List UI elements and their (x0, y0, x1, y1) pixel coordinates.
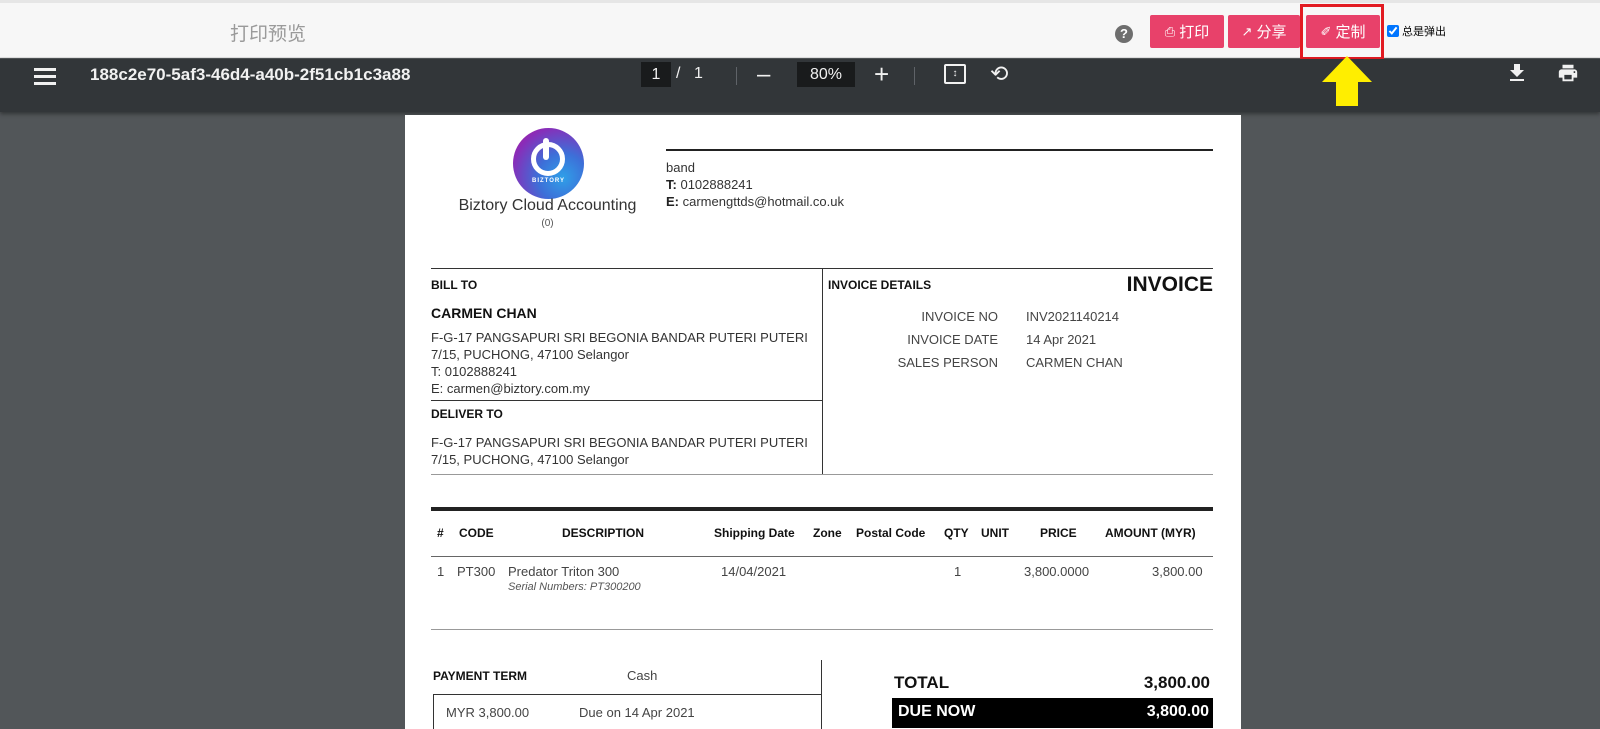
due-now-value: 3,800.00 (1146, 703, 1209, 720)
table-top-rule (431, 507, 1213, 511)
page-total: 1 (694, 65, 703, 82)
section-rule (431, 474, 1213, 475)
due-now-bar: DUE NOW 3,800.00 (892, 698, 1213, 728)
always-popup-toggle[interactable]: 总是弹出 (1387, 23, 1446, 39)
cell-shipping-date: 14/04/2021 (721, 564, 787, 579)
menu-icon[interactable] (34, 68, 56, 85)
bill-to-label: BILL TO (431, 278, 478, 292)
company-logo: BIZTORY (513, 128, 584, 199)
download-icon[interactable] (1505, 61, 1529, 85)
section-divider (822, 268, 823, 474)
always-popup-checkbox[interactable] (1387, 25, 1399, 37)
company-sub: (0) (541, 218, 554, 229)
highlight-box (1300, 4, 1384, 60)
section-rule (431, 400, 822, 401)
zoom-input[interactable]: 80% (797, 62, 855, 87)
col-header-shipping-date: Shipping Date (714, 526, 795, 540)
share-icon: ↗ (1241, 23, 1253, 39)
col-header-zone: Zone (813, 526, 842, 540)
cell-description: Predator Triton 300 (508, 564, 620, 579)
page-title: 打印预览 (230, 24, 307, 45)
payment-amount: MYR 3,800.00 (446, 705, 530, 720)
print-button-label: 打印 (1179, 24, 1210, 41)
col-header-code: CODE (459, 526, 494, 540)
deliver-to-label: DELIVER TO (431, 407, 503, 421)
cell-amount: 3,800.00 (1152, 564, 1203, 579)
bill-to-address: F-G-17 PANGSAPURI SRI BEGONIA BANDAR PUT… (431, 330, 808, 396)
cell-price: 3,800.0000 (1024, 564, 1090, 579)
due-now-label: DUE NOW (898, 703, 976, 720)
print-button[interactable]: ⎙ 打印 (1150, 15, 1224, 48)
org-phone: 0102888241 (680, 177, 753, 192)
total-label: TOTAL (894, 673, 950, 692)
payment-term-label: PAYMENT TERM (433, 669, 528, 683)
fit-to-page-icon[interactable]: ↕ (944, 64, 966, 84)
org-name: band (666, 160, 695, 175)
zoom-in-icon[interactable]: + (874, 59, 889, 90)
share-button[interactable]: ↗ 分享 (1228, 15, 1300, 48)
payment-due-date: Due on 14 Apr 2021 (579, 705, 695, 720)
cell-serial: Serial Numbers: PT300200 (508, 581, 641, 593)
toolbar-divider (914, 67, 915, 85)
invoice-details-label: INVOICE DETAILS (828, 278, 932, 292)
cell-num: 1 (437, 564, 445, 579)
company-name: Biztory Cloud Accounting (458, 197, 637, 214)
cell-qty: 1 (954, 564, 962, 579)
col-header-amount: AMOUNT (MYR) (1105, 526, 1196, 540)
zoom-out-icon[interactable]: – (757, 61, 770, 89)
table-bottom-rule (431, 629, 1213, 630)
col-header-description: DESCRIPTION (562, 526, 645, 540)
cell-code: PT300 (457, 564, 496, 579)
col-header-qty: QTY (944, 526, 969, 540)
table-header-rule (431, 556, 1213, 557)
bill-to-name: CARMEN CHAN (431, 305, 537, 321)
deliver-to-address: F-G-17 PANGSAPURI SRI BEGONIA BANDAR PUT… (431, 435, 808, 467)
rotate-icon[interactable]: ⟲ (990, 61, 1008, 87)
org-email: carmengttds@hotmail.co.uk (682, 194, 844, 209)
toolbar-divider (736, 67, 737, 85)
invoice-title: INVOICE (1126, 273, 1213, 296)
print-icon[interactable] (1556, 62, 1580, 84)
help-icon[interactable]: ? (1115, 25, 1133, 43)
org-info: band T: 0102888241 E: carmengttds@hotmai… (666, 160, 844, 209)
invoice-page: BIZTORY Biztory Cloud Accounting (0) ban… (405, 115, 1241, 729)
col-header-unit: UNIT (981, 526, 1009, 540)
col-header-num: # (437, 526, 444, 540)
share-button-label: 分享 (1256, 24, 1287, 41)
payment-term-value: Cash (627, 668, 658, 683)
page-separator: / (676, 65, 681, 82)
col-header-price: PRICE (1040, 526, 1077, 540)
col-header-postal-code: Postal Code (856, 526, 926, 540)
printer-icon: ⎙ (1164, 23, 1176, 39)
print-preview-header: 打印预览 ? ⎙ 打印 ↗ 分享 ✐ 定制 总是弹出 (0, 0, 1600, 60)
pdf-filename: 188c2e70-5af3-46d4-a40b-2f51cb1c3a88 (90, 65, 411, 84)
page-number-input[interactable]: 1 (641, 62, 671, 87)
header-rule (666, 149, 1213, 151)
always-popup-label: 总是弹出 (1402, 26, 1446, 38)
payment-schedule-box: MYR 3,800.00 Due on 14 Apr 2021 (433, 694, 822, 729)
yellow-arrow-icon (1322, 56, 1372, 106)
total-value: 3,800.00 (1143, 673, 1210, 692)
